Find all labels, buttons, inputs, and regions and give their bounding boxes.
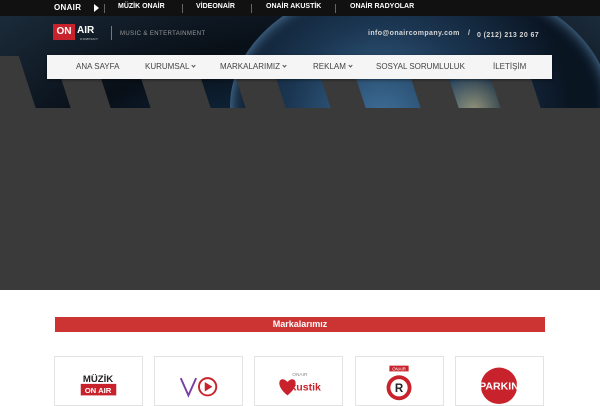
nav-item-label: SOSYAL SORUMLULUK <box>376 62 465 71</box>
brand-card-onair-akustik[interactable]: ONAIR akustik <box>254 356 343 406</box>
brands-section-header: Markalarımız <box>55 317 545 332</box>
nav-item-iletisim[interactable]: İLETİŞİM <box>493 62 526 71</box>
play-icon <box>94 4 99 12</box>
nav-item-sosyal-sorumluluk[interactable]: SOSYAL SORUMLULUK <box>376 62 465 71</box>
logo-sub: COMPANY <box>80 37 99 41</box>
chevron-down-icon <box>191 63 197 68</box>
chevron-down-icon <box>282 63 287 68</box>
contact-phone[interactable]: 0 (212) 213 20 67 <box>477 30 547 41</box>
brands-section-title: Markalarımız <box>272 319 328 329</box>
onair-radyo-logo: ONAIR R <box>386 365 412 401</box>
contact-email[interactable]: info@onaircompany.com <box>368 30 460 37</box>
header-divider <box>111 26 112 40</box>
logo-text: PARKIN <box>479 381 519 393</box>
videonair-logo <box>179 377 218 398</box>
nav-item-label: ANA SAYFA <box>76 62 120 71</box>
logo-text: MÜZİK <box>83 374 113 385</box>
parkin-logo: PARKIN OUT <box>479 367 523 405</box>
nav-item-reklam[interactable]: REKLAM <box>313 62 353 71</box>
nav-item-label: REKLAM <box>313 62 346 71</box>
nav-item-kurumsal[interactable]: KURUMSAL <box>145 62 197 71</box>
top-divider <box>182 4 183 13</box>
onair-akustik-logo: ONAIR akustik <box>279 372 321 396</box>
logo-text: ON AIR <box>85 386 112 395</box>
logo-text: OUT <box>514 370 523 374</box>
muzik-onair-logo: MÜZİK ON AIR <box>80 374 117 396</box>
brand-card-parkin[interactable]: PARKIN OUT <box>455 356 544 406</box>
brand-card-videonair[interactable] <box>154 356 243 406</box>
logo-text: ONAIR <box>292 372 308 378</box>
header-contact: info@onaircompany.com / 0 (212) 213 20 6… <box>368 30 539 39</box>
nav-item-label: İLETİŞİM <box>493 62 527 71</box>
top-divider <box>104 4 105 13</box>
logo-air: AIR <box>77 25 95 36</box>
top-divider <box>335 4 336 13</box>
nav-item-markalarimiz[interactable]: MARKALARIMIZ <box>220 62 287 71</box>
contact-separator: / <box>468 30 471 37</box>
top-link-muzik-onair[interactable]: MÜZİK ONAİR <box>118 3 165 10</box>
top-brand-label[interactable]: ONAIR <box>54 3 81 12</box>
brand-card-muzik-onair[interactable]: MÜZİK ON AIR <box>54 356 143 406</box>
top-link-onair-akustik[interactable]: ONAİR AKUSTİK <box>266 3 321 10</box>
logo-text: ONAIR <box>392 366 406 371</box>
logo-text: akustik <box>285 382 321 394</box>
hero-dark-band <box>0 108 600 290</box>
top-link-videonair[interactable]: VİDEONAİR <box>196 3 235 10</box>
main-nav: ANA SAYFA KURUMSAL MARKALARIMIZ REKLAM S… <box>47 55 552 79</box>
logo-on: ON <box>53 24 75 40</box>
top-brand-bar: ONAIR MÜZİK ONAİR VİDEONAİR ONAİR AKUSTİ… <box>0 0 600 16</box>
top-link-onair-radyolar[interactable]: ONAİR RADYOLAR <box>350 3 414 10</box>
nav-item-label: MARKALARIMIZ <box>220 62 281 71</box>
header-tagline: MUSIC & ENTERTAINMENT <box>120 31 206 37</box>
brand-card-onair-radyo[interactable]: ONAIR R <box>355 356 444 406</box>
nav-item-ana-sayfa[interactable]: ANA SAYFA <box>76 62 119 71</box>
top-divider <box>251 4 252 13</box>
chevron-down-icon <box>348 63 353 68</box>
logo-text: R <box>395 383 404 395</box>
nav-item-label: KURUMSAL <box>145 62 190 71</box>
